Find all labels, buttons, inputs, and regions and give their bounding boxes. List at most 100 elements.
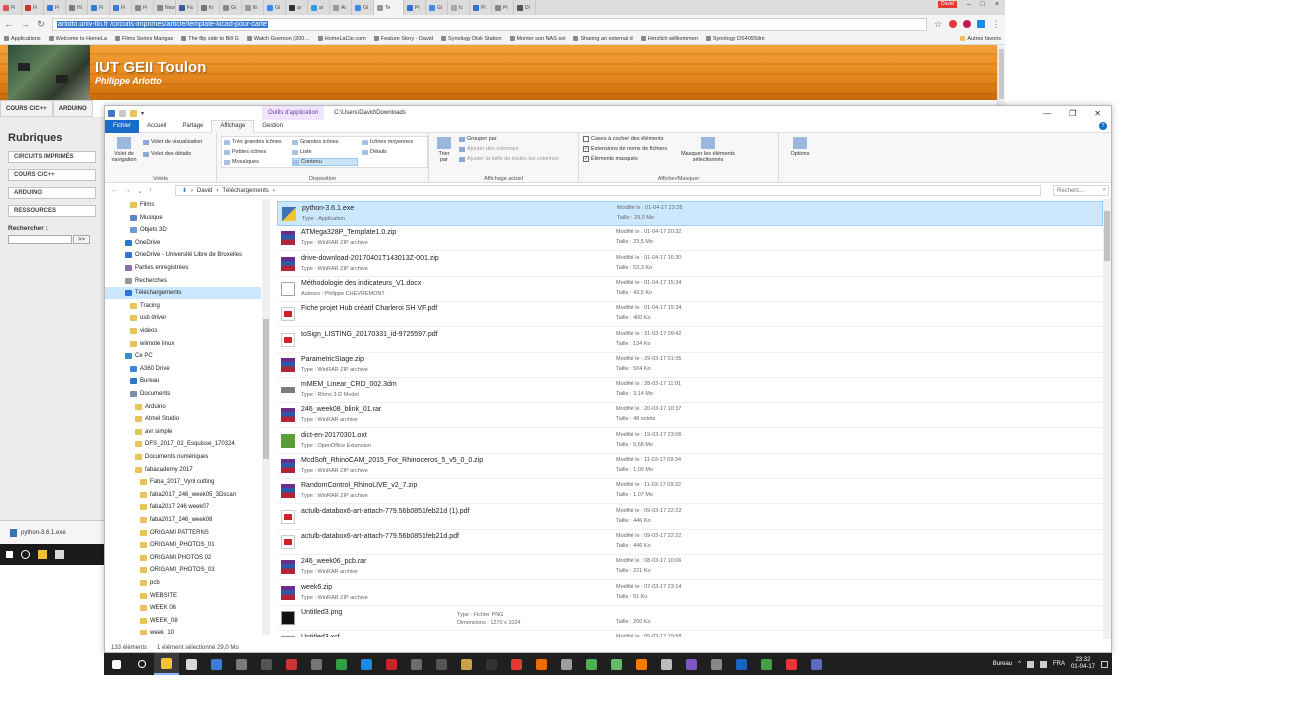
nav-item[interactable]: OneDrive - Université Libre de Bruxelles xyxy=(125,249,242,261)
taskbar-app[interactable] xyxy=(229,653,254,675)
explorer-search-input[interactable]: Recherc... ⌕ xyxy=(1053,185,1109,196)
maximize-button[interactable]: □ xyxy=(981,1,985,8)
bookmark-item[interactable]: Watch Goemon (200… xyxy=(246,36,310,42)
browser-tab[interactable]: Hi xyxy=(66,0,88,15)
properties-icon[interactable] xyxy=(119,109,126,117)
clock[interactable]: 23:32 01-04-17 xyxy=(1071,657,1095,671)
nav-item[interactable]: wiimote linux xyxy=(130,338,174,350)
scrollbar-thumb[interactable] xyxy=(999,49,1004,99)
url-bar[interactable]: arlotto.univ-tln.fr/circuits-imprimes/ar… xyxy=(52,17,927,31)
windows-icon[interactable] xyxy=(6,551,13,558)
nav-item[interactable]: Bureau xyxy=(130,375,159,387)
nav-item[interactable]: Recherches xyxy=(125,275,167,287)
file-row[interactable]: mMEM_Linear_CRD_002.3dm Type : Rhino 3-D … xyxy=(277,378,1103,404)
tab-partage[interactable]: Partage xyxy=(174,120,211,133)
network-icon[interactable] xyxy=(1026,660,1034,668)
menu-icon[interactable]: ⋮ xyxy=(991,19,1001,30)
language-indicator[interactable]: FRA xyxy=(1053,661,1065,667)
group-by-button[interactable]: Grouper par xyxy=(459,136,497,142)
layout-tiles[interactable]: Mosaïques xyxy=(224,159,259,165)
file-row[interactable]: 246_week06_pcb.rar Type : WinRAR archive M… xyxy=(277,555,1103,581)
browser-tab[interactable]: Fi xyxy=(22,0,44,15)
hide-selected-button[interactable]: Masquer les éléments sélectionnés xyxy=(677,137,739,163)
checkbox[interactable]: ✓ xyxy=(583,146,589,152)
nav-item[interactable]: usb driver xyxy=(130,312,166,324)
file-row[interactable]: RandomControl_RhinoLIVE_v2_7.zip Type : W… xyxy=(277,479,1103,505)
preview-pane-button[interactable]: Volet de visualisation xyxy=(143,139,202,145)
download-bar[interactable]: python-3.6.1.exe xyxy=(0,520,104,544)
list-scrollbar[interactable] xyxy=(1103,199,1111,639)
sort-by-button[interactable]: Trier par xyxy=(435,137,453,163)
forward-icon[interactable]: → xyxy=(20,19,30,29)
file-row[interactable]: week6.zip Type : WinRAR ZIP archive Modifi… xyxy=(277,581,1103,606)
taskbar-app[interactable] xyxy=(329,653,354,675)
nav-item[interactable]: WEEK 06 xyxy=(140,602,176,614)
close-button[interactable]: × xyxy=(995,1,999,8)
pinterest-icon[interactable] xyxy=(963,20,971,28)
file-row[interactable]: 246_week08_blink_01.rar Type : WinRAR arc… xyxy=(277,403,1103,429)
taskbar-app[interactable] xyxy=(179,653,204,675)
nav-item[interactable]: WEBSITE xyxy=(140,590,177,602)
search-icon[interactable] xyxy=(21,550,30,559)
file-row[interactable]: toSign_LISTING_20170331_id-9725597.pdf Mo… xyxy=(277,328,1103,353)
nav-item[interactable]: Documents xyxy=(130,388,170,400)
tab-gestion[interactable]: Gestion xyxy=(254,120,291,133)
desktop-label[interactable]: Bureau xyxy=(993,661,1012,667)
back-icon[interactable]: ← xyxy=(4,19,14,29)
browser-tab[interactable]: Gi xyxy=(264,0,286,15)
bookmark-item[interactable]: Welcome to HomeLa xyxy=(48,36,107,42)
qa-chevron-icon[interactable]: ▾ xyxy=(141,110,144,117)
tab-affichage[interactable]: Affichage xyxy=(211,119,255,133)
forward-icon[interactable]: → xyxy=(124,187,131,194)
tab-fichier[interactable]: Fichier xyxy=(105,119,140,133)
star-icon[interactable]: ☆ xyxy=(933,19,943,30)
taskbar-app[interactable] xyxy=(704,653,729,675)
file-row[interactable]: actulb-databox6-art-attach-779.56b0851fe… xyxy=(277,505,1103,530)
checkbox[interactable] xyxy=(583,136,589,142)
bookmark-item[interactable]: Herzlich willkommen xyxy=(640,36,698,42)
down-arrow-icon[interactable] xyxy=(108,109,115,117)
nav-item[interactable]: OneDrive xyxy=(125,237,160,249)
nav-item[interactable]: Tracing xyxy=(130,300,160,312)
file-row[interactable]: python-3.6.1.exe Type : Application Modifi… xyxy=(277,201,1103,226)
file-row[interactable]: ATMega328P_Template1.0.zip Type : WinRAR … xyxy=(277,226,1103,252)
nav-item[interactable]: Ce PC xyxy=(125,350,153,362)
notifications-icon[interactable] xyxy=(1101,660,1108,668)
up-icon[interactable]: ↑ xyxy=(149,187,153,194)
bookmark-item[interactable]: Feature Story - David xyxy=(373,36,433,42)
taskbar-app[interactable] xyxy=(154,653,179,675)
browser-tab[interactable]: ar xyxy=(286,0,308,15)
profile-button[interactable]: David xyxy=(937,1,957,8)
add-columns-button[interactable]: Ajouter des colonnes xyxy=(459,146,518,152)
taskbar-app[interactable] xyxy=(354,653,379,675)
taskbar-app[interactable] xyxy=(204,653,229,675)
nav-item[interactable]: Téléchargements xyxy=(105,287,261,300)
nav-item[interactable]: faba2017_246_week05_3Dscan xyxy=(140,489,236,501)
breadcrumb-item[interactable]: David xyxy=(197,188,212,194)
browser-tab[interactable]: Fi xyxy=(0,0,22,15)
nav-item[interactable]: faba2017_246_week08 xyxy=(140,514,212,526)
details-pane-button[interactable]: Volet des détails xyxy=(143,151,191,157)
taskbar-app[interactable] xyxy=(804,653,829,675)
bookmark-item[interactable]: Synology Disk Station xyxy=(441,36,502,42)
taskbar-app[interactable] xyxy=(479,653,504,675)
taskbar-app[interactable] xyxy=(729,653,754,675)
scrollbar-thumb[interactable] xyxy=(263,319,269,459)
folder-icon[interactable] xyxy=(38,550,47,559)
minimize-button[interactable]: — xyxy=(1043,109,1051,118)
layout-list[interactable]: Liste xyxy=(292,149,312,155)
rubrique-cours[interactable]: COURS C/C++ xyxy=(8,169,96,181)
nav-tab-arduino[interactable]: ARDUINO xyxy=(52,100,93,117)
nav-item[interactable]: ORIGAMI_PHOTOS_03 xyxy=(140,564,215,576)
nav-item[interactable]: ORIGAMI_PHOTOS_01 xyxy=(140,539,215,551)
browser-tab[interactable]: Ic xyxy=(448,0,470,15)
bookmark-item[interactable]: The flip side to Bill G xyxy=(181,36,239,42)
nav-item[interactable]: avr simple xyxy=(135,426,172,438)
options-button[interactable]: Options xyxy=(785,137,815,157)
browser-tab[interactable]: Pi xyxy=(492,0,514,15)
taskbar-app[interactable] xyxy=(404,653,429,675)
bookmark-item[interactable]: Applications xyxy=(4,36,41,42)
volume-icon[interactable] xyxy=(1039,660,1047,668)
site-title[interactable]: IUT GEII Toulon xyxy=(95,59,206,76)
nav-item[interactable]: Faba_2017_Vynl cutting xyxy=(140,476,215,488)
